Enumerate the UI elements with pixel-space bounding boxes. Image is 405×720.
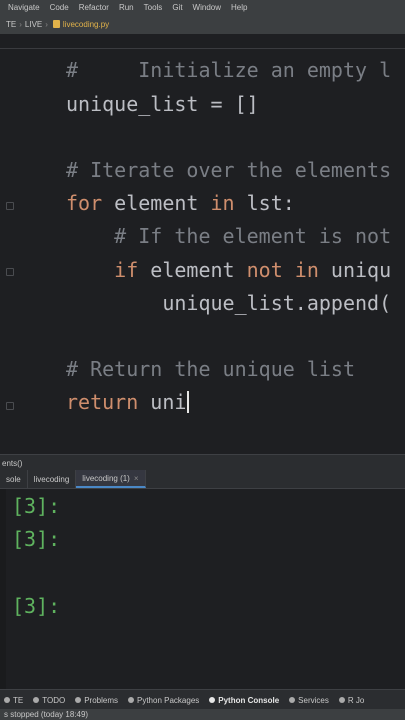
text-caret: [187, 391, 190, 413]
tab-label: sole: [6, 474, 21, 484]
python-file-icon: [52, 20, 60, 28]
tab-label: livecoding (1): [82, 473, 130, 483]
fold-marker-icon[interactable]: [6, 202, 14, 210]
tool-r-jobs[interactable]: R Jo: [338, 695, 365, 705]
tool-label: TE: [13, 695, 24, 705]
r-icon: [338, 697, 345, 703]
package-icon: [128, 697, 134, 703]
fold-marker-icon[interactable]: [6, 268, 14, 276]
console-gutter: [0, 489, 6, 689]
editor-gutter[interactable]: [0, 34, 16, 454]
code-text: unique_list.append(: [66, 291, 392, 315]
code-line[interactable]: unique_list = []: [66, 92, 259, 116]
console-tabs: sole livecoding livecoding (1) ×: [0, 470, 405, 489]
code-line[interactable]: # Return the unique list: [66, 357, 355, 381]
console-prompt: [3]:: [12, 594, 61, 618]
code-text: lst:: [246, 191, 295, 215]
tool-strip: TE TODO Problems Python Packages Python …: [0, 689, 405, 710]
menu-help[interactable]: Help: [231, 3, 247, 12]
menu-tools[interactable]: Tools: [144, 3, 163, 12]
breadcrumb-separator: ›: [19, 19, 22, 29]
close-icon[interactable]: ×: [134, 474, 139, 483]
code-text: uniqu: [330, 258, 392, 282]
breadcrumb-separator: ›: [45, 19, 48, 29]
fold-marker-icon[interactable]: [6, 402, 14, 410]
tool-problems[interactable]: Problems: [75, 696, 118, 705]
code-text: unique_list = []: [66, 92, 259, 116]
menu-refactor[interactable]: Refactor: [79, 3, 109, 12]
code-line[interactable]: # Iterate over the elements: [66, 158, 391, 182]
tool-services[interactable]: Services: [289, 696, 329, 705]
tool-label: Services: [298, 695, 329, 705]
breadcrumb-project[interactable]: LIVE: [25, 20, 42, 29]
code-line[interactable]: if element not in uniqu: [66, 258, 391, 282]
tool-python-console[interactable]: Python Console: [209, 696, 279, 705]
code-comment: # Initialize an empty l: [66, 58, 392, 82]
breadcrumb-root[interactable]: TE: [6, 20, 16, 29]
breadcrumb: TE › LIVE › livecoding.py: [0, 14, 405, 35]
tool-icon: [4, 697, 10, 703]
code-comment: # Iterate over the elements: [66, 158, 392, 182]
tab-livecoding[interactable]: livecoding: [28, 470, 77, 488]
tab-livecoding-1[interactable]: livecoding (1) ×: [76, 470, 146, 488]
menu-bar: Navigate Code Refactor Run Tools Git Win…: [0, 0, 405, 14]
status-bar: s stopped (today 18:49): [0, 709, 405, 720]
code-line[interactable]: # Initialize an empty l: [66, 58, 391, 82]
status-text: s stopped (today 18:49): [4, 710, 89, 719]
code-keyword: not in: [246, 258, 331, 282]
tool-label: Problems: [84, 695, 118, 705]
editor-top-line: [0, 48, 405, 49]
menu-navigate[interactable]: Navigate: [8, 3, 40, 12]
warning-icon: [75, 697, 82, 703]
code-keyword: for: [66, 191, 115, 215]
tool-todo[interactable]: TODO: [33, 696, 65, 705]
code-line[interactable]: return uni: [66, 390, 190, 414]
tool-te[interactable]: TE: [4, 696, 23, 705]
code-editor[interactable]: # Initialize an empty l unique_list = [] #…: [0, 34, 405, 454]
tool-python-packages[interactable]: Python Packages: [128, 696, 199, 705]
services-icon: [289, 697, 296, 703]
python-console[interactable]: [3]: [3]: [3]:: [0, 489, 405, 689]
code-line[interactable]: unique_list.append(: [66, 291, 391, 315]
console-prompt: [3]:: [12, 527, 61, 551]
code-line[interactable]: # If the element is not: [66, 224, 391, 248]
tab-console[interactable]: sole: [0, 470, 28, 488]
python-icon: [209, 697, 216, 703]
code-line[interactable]: for element in lst:: [66, 191, 295, 215]
breadcrumb-file[interactable]: livecoding.py: [63, 20, 109, 29]
code-comment: # Return the unique list: [66, 357, 355, 381]
menu-window[interactable]: Window: [193, 3, 221, 12]
menu-run[interactable]: Run: [119, 3, 134, 12]
code-comment: # If the element is not: [66, 224, 392, 248]
menu-code[interactable]: Code: [50, 3, 69, 12]
code-keyword: return: [66, 390, 151, 414]
tool-label: Python Console: [218, 695, 280, 705]
code-text: element: [114, 191, 211, 215]
code-text: element: [150, 258, 247, 282]
tool-label: Python Packages: [137, 695, 200, 705]
tool-label: TODO: [42, 695, 66, 705]
tab-label: livecoding: [33, 474, 70, 484]
menu-git[interactable]: Git: [172, 3, 182, 12]
code-keyword: in: [210, 191, 247, 215]
tool-window-header: ents(): [0, 454, 405, 471]
code-keyword: if: [66, 258, 151, 282]
tool-label: R Jo: [347, 695, 365, 705]
console-prompt: [3]:: [12, 494, 61, 518]
list-icon: [33, 697, 40, 703]
code-text: uni: [150, 390, 187, 414]
tool-window-title: ents(): [2, 458, 23, 468]
